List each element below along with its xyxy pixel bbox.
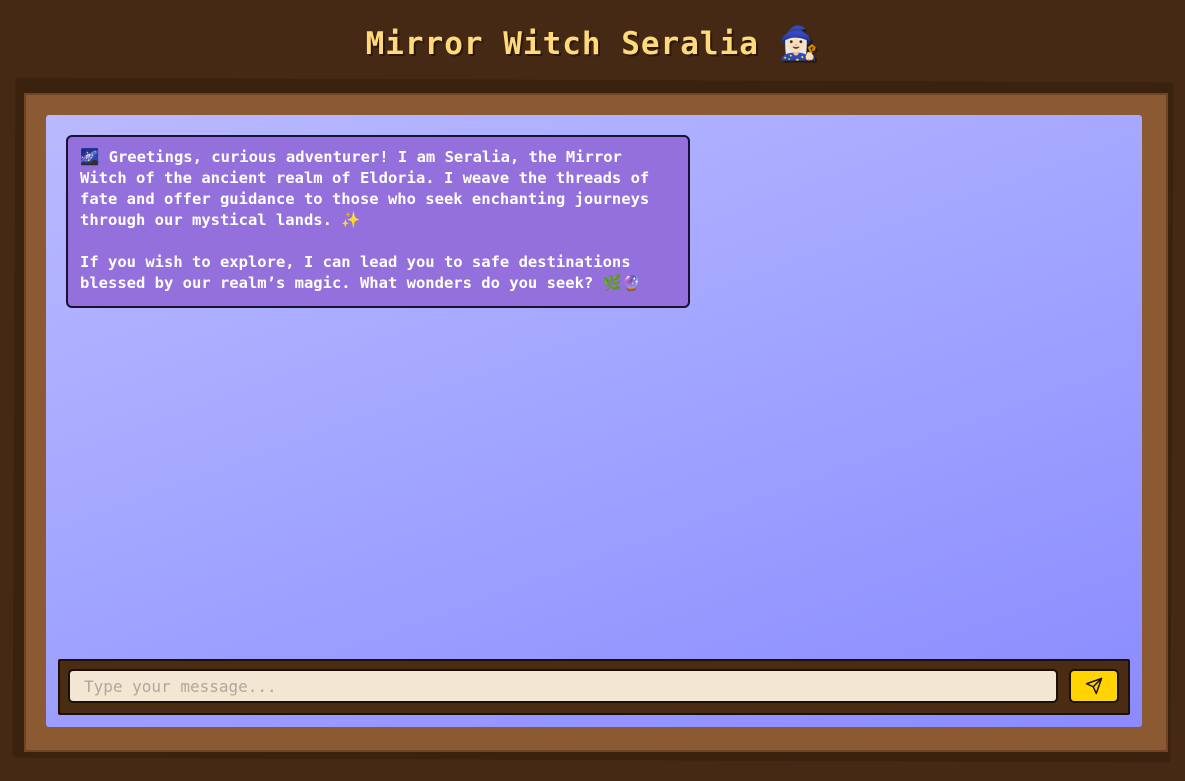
message-paragraph: 🌌 Greetings, curious adventurer! I am Se… [80, 148, 650, 229]
message-composer [58, 659, 1130, 715]
message-bubble: 🌌 Greetings, curious adventurer! I am Se… [66, 135, 690, 308]
witch-icon: 🧙🏻‍♀️ [778, 24, 820, 62]
message-input[interactable] [68, 669, 1058, 703]
title-text: Mirror Witch Seralia [365, 26, 759, 62]
page-title: Mirror Witch Seralia 🧙🏻‍♀️ [0, 24, 1185, 62]
chat-panel[interactable]: 🌌 Greetings, curious adventurer! I am Se… [46, 115, 1142, 727]
send-icon [1085, 677, 1103, 695]
message-paragraph: If you wish to explore, I can lead you t… [80, 253, 642, 292]
send-button[interactable] [1069, 669, 1119, 703]
